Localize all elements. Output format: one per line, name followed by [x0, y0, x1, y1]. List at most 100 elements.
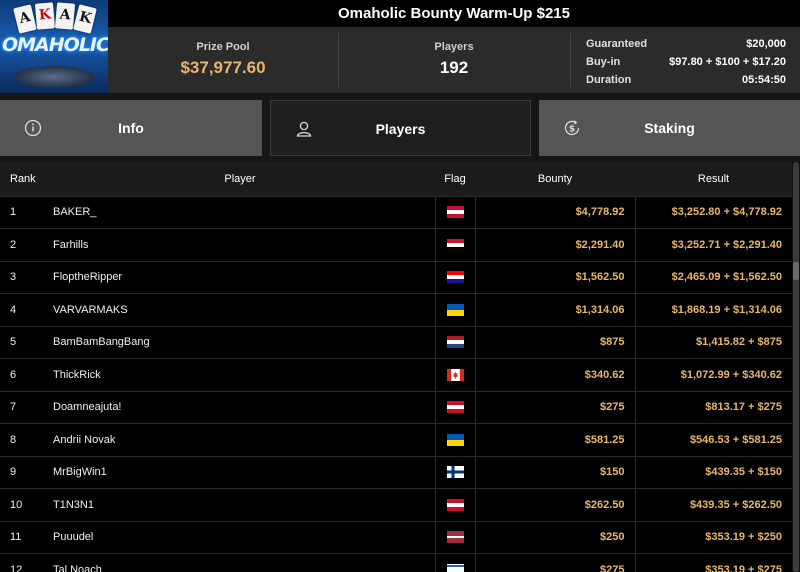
bounty-cell: $4,778.92	[474, 196, 635, 229]
player-name-cell: BAKER_	[45, 196, 435, 229]
result-cell: $813.17 + $275	[634, 391, 792, 424]
table-row[interactable]: 7 Doamneajuta! $275 $813.17 + $275	[0, 391, 792, 424]
croatia-flag-icon	[446, 271, 464, 284]
player-name-cell: BamBamBangBang	[45, 326, 435, 359]
detail-row-duration: Duration 05:54:50	[586, 71, 786, 89]
column-header-rank[interactable]: Rank	[0, 162, 45, 197]
result-cell: $1,072.99 + $340.62	[634, 358, 792, 392]
bounty-cell: $275	[474, 391, 635, 424]
tab-staking[interactable]: $ Staking	[539, 100, 800, 156]
column-header-result[interactable]: Result	[635, 162, 792, 197]
scrollbar-thumb[interactable]	[793, 162, 799, 572]
flag-cell	[434, 326, 475, 359]
flag-cell	[434, 488, 475, 522]
ukraine-flag-icon	[446, 303, 464, 316]
detail-value: $20,000	[746, 38, 786, 50]
table-row[interactable]: 6 ThickRick $340.62 $1,072.99 + $340.62	[0, 358, 792, 392]
tab-bar: Info Players $ Staking	[0, 93, 800, 162]
player-name-cell: Farhills	[45, 228, 435, 262]
detail-value: $97.80 + $100 + $17.20	[669, 56, 786, 68]
bounty-cell: $875	[474, 326, 635, 359]
table-row[interactable]: 11 Puuudel $250 $353.19 + $250	[0, 521, 792, 554]
rank-cell: 6	[0, 358, 45, 392]
tab-staking-label: Staking	[644, 120, 695, 136]
result-cell: $2,465.09 + $1,562.50	[634, 261, 792, 294]
detail-value: 05:54:50	[741, 74, 786, 86]
latvia-flag-icon	[446, 531, 464, 544]
table-row[interactable]: 1 BAKER_ $4,778.92 $3,252.80 + $4,778.92	[0, 196, 792, 229]
flag-cell	[434, 261, 475, 294]
austria-flag-icon	[446, 206, 464, 219]
ukraine-flag-icon	[446, 433, 464, 446]
scrollbar[interactable]	[792, 162, 800, 572]
table-row[interactable]: 2 Farhills $2,291.40 $3,252.71 + $2,291.40	[0, 228, 792, 262]
player-name-cell: Doamneajuta!	[45, 391, 435, 424]
rank-cell: 11	[0, 521, 45, 554]
rank-cell: 8	[0, 423, 45, 457]
table-row[interactable]: 5 BamBamBangBang $875 $1,415.82 + $875	[0, 326, 792, 359]
logo-card: A	[54, 2, 76, 30]
prize-pool-value: $37,977.60	[180, 58, 266, 77]
austria-flag-icon	[446, 498, 464, 511]
player-name-cell: VARVARMAKS	[45, 293, 435, 327]
tournament-stats: Prize Pool $37,977.60 Players 192 Guaran…	[108, 27, 800, 93]
player-name-cell: T1N3N1	[45, 488, 435, 522]
flag-cell	[434, 391, 475, 424]
players-value: 192	[439, 58, 469, 77]
result-cell: $3,252.80 + $4,778.92	[634, 196, 792, 229]
tab-players[interactable]: Players	[270, 100, 531, 156]
netherlands-flag-icon	[446, 336, 464, 349]
table-row[interactable]: 10 T1N3N1 $262.50 $439.35 + $262.50	[0, 488, 792, 522]
bounty-cell: $250	[474, 521, 635, 554]
rank-cell: 5	[0, 326, 45, 359]
bounty-cell: $2,291.40	[474, 228, 635, 262]
table-header-row: Rank Player Flag Bounty Result	[0, 162, 792, 197]
tab-info-label: Info	[118, 120, 144, 136]
flag-cell	[434, 456, 475, 489]
players-label: Players	[434, 41, 474, 53]
table-row[interactable]: 9 MrBigWin1 $150 $439.35 + $150	[0, 456, 792, 489]
bounty-cell: $275	[474, 553, 635, 572]
flag-cell	[434, 553, 475, 572]
player-name-cell: Andrii Novak	[45, 423, 435, 457]
player-name-cell: FloptheRipper	[45, 261, 435, 294]
divider	[570, 33, 571, 87]
table-row[interactable]: 4 VARVARMAKS $1,314.06 $1,868.19 + $1,314.0…	[0, 293, 792, 327]
result-cell: $439.35 + $150	[634, 456, 792, 489]
result-cell: $3,252.71 + $2,291.40	[634, 228, 792, 262]
player-name-cell: MrBigWin1	[45, 456, 435, 489]
detail-row-guaranteed: Guaranteed $20,000	[586, 35, 786, 53]
table-row[interactable]: 3 FloptheRipper $1,562.50 $2,465.09 + $1,56…	[0, 261, 792, 294]
prize-pool-label: Prize Pool	[196, 41, 250, 53]
result-cell: $353.19 + $250	[634, 521, 792, 554]
detail-label: Duration	[586, 74, 632, 86]
logo-brand: OMAHOLIC	[2, 34, 108, 56]
flag-cell	[434, 196, 475, 229]
rank-cell: 7	[0, 391, 45, 424]
detail-label: Guaranteed	[586, 38, 648, 50]
tournament-logo: A K A K OMAHOLIC	[0, 0, 108, 93]
tab-info[interactable]: Info	[0, 100, 262, 156]
players-table: Rank Player Flag Bounty Result 1 BAKER_ $4…	[0, 162, 792, 572]
result-cell: $1,868.19 + $1,314.06	[634, 293, 792, 327]
column-header-bounty[interactable]: Bounty	[475, 162, 635, 197]
flag-cell	[434, 293, 475, 327]
players-stat: Players 192	[338, 27, 570, 93]
player-name-cell: ThickRick	[45, 358, 435, 392]
logo-card: K	[73, 4, 97, 34]
table-row[interactable]: 8 Andrii Novak $581.25 $546.53 + $581.25	[0, 423, 792, 457]
rank-cell: 12	[0, 553, 45, 572]
result-cell: $439.35 + $262.50	[634, 488, 792, 522]
scrollbar-grip[interactable]	[793, 262, 799, 280]
result-cell: $353.19 + $275	[634, 553, 792, 572]
egypt-flag-icon	[446, 238, 464, 251]
logo-stand	[14, 66, 94, 88]
column-header-flag[interactable]: Flag	[435, 162, 475, 197]
bounty-cell: $1,314.06	[474, 293, 635, 327]
bounty-cell: $150	[474, 456, 635, 489]
tab-players-label: Players	[375, 121, 426, 137]
bounty-cell: $340.62	[474, 358, 635, 392]
logo-card: A	[13, 4, 37, 34]
column-header-player[interactable]: Player	[45, 162, 435, 197]
table-row[interactable]: 12 Tal Noach $275 $353.19 + $275	[0, 553, 792, 572]
